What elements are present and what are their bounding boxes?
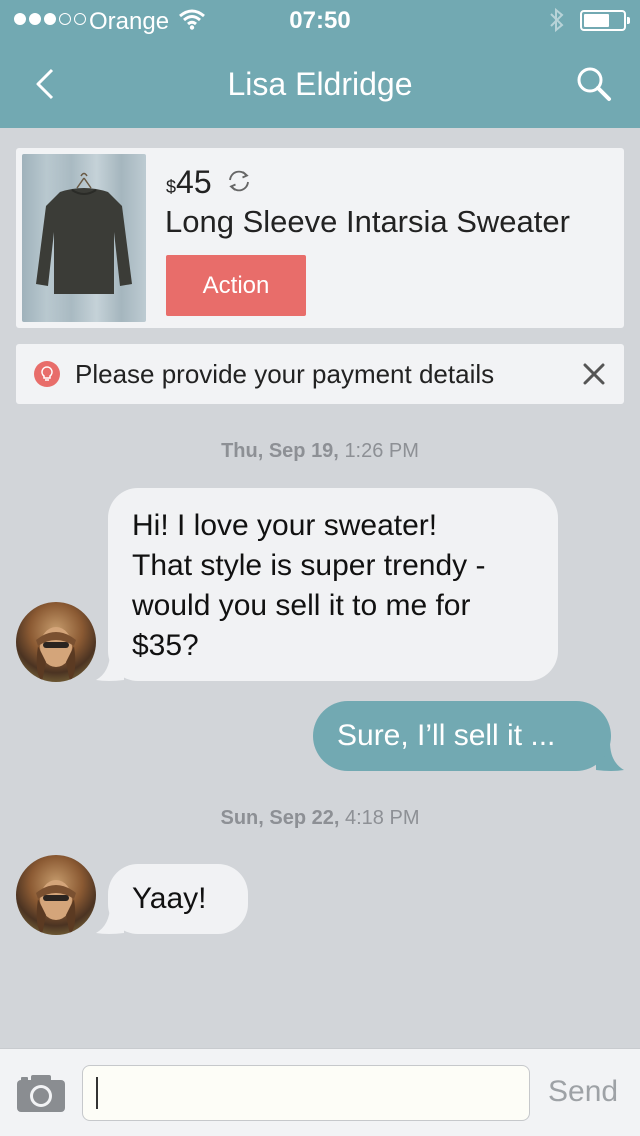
send-button[interactable]: Send: [548, 1075, 618, 1109]
item-photo[interactable]: [22, 154, 146, 322]
incoming-message[interactable]: Hi! I love your sweater! That style is s…: [108, 488, 558, 681]
clock: 07:50: [289, 7, 351, 34]
message-line: Hi! I love your sweater!: [132, 509, 438, 542]
sweater-image: [36, 172, 132, 294]
refresh-icon[interactable]: [226, 168, 252, 194]
conversation-title: Lisa Eldridge: [227, 66, 413, 102]
item-title: Long Sleeve Intarsia Sweater: [165, 204, 570, 239]
avatar-image: [36, 880, 76, 935]
action-button[interactable]: Action: [166, 255, 306, 316]
lightbulb-icon: [34, 361, 60, 387]
notice-text: Please provide your payment details: [75, 359, 495, 389]
dismiss-notice-button[interactable]: [578, 358, 610, 390]
bluetooth-icon: [550, 7, 564, 33]
message-input[interactable]: [82, 1065, 530, 1121]
item-price: $45: [166, 164, 212, 201]
search-icon: [577, 67, 611, 101]
battery-icon: [580, 10, 630, 31]
message-composer: Send: [0, 1048, 640, 1136]
timestamp-time: 4:18 PM: [345, 807, 420, 829]
message-line: That style is super trendy -: [132, 549, 486, 582]
message-timestamp: Thu, Sep 19, 1:26 PM: [0, 440, 640, 463]
currency-symbol: $: [166, 177, 177, 197]
avatar-image: [36, 627, 76, 682]
camera-icon: [17, 1075, 65, 1112]
outgoing-message[interactable]: Sure, I’ll sell it ...: [313, 701, 611, 771]
price-value: 45: [176, 164, 212, 200]
timestamp-date: Sun, Sep 22,: [220, 807, 340, 829]
item-card[interactable]: $45 Long Sleeve Intarsia Sweater Action: [16, 148, 624, 328]
status-bar: Orange 07:50: [0, 0, 640, 40]
message-line: $35?: [132, 629, 199, 662]
chat-screen: Orange 07:50 Lisa Eldridge $45 Long Slee…: [0, 0, 640, 1136]
camera-button[interactable]: [16, 1073, 66, 1113]
text-cursor: [96, 1077, 98, 1109]
message-line: would you sell it to me for: [132, 589, 471, 622]
incoming-message[interactable]: Yaay!: [108, 864, 248, 934]
payment-notice[interactable]: Please provide your payment details: [16, 344, 624, 404]
avatar[interactable]: [16, 602, 96, 682]
avatar[interactable]: [16, 855, 96, 935]
message-timestamp: Sun, Sep 22, 4:18 PM: [0, 807, 640, 830]
close-icon: [583, 363, 605, 385]
header: Orange 07:50 Lisa Eldridge: [0, 0, 640, 128]
search-button[interactable]: [572, 62, 616, 106]
timestamp-time: 1:26 PM: [344, 440, 419, 462]
timestamp-date: Thu, Sep 19,: [221, 440, 339, 462]
